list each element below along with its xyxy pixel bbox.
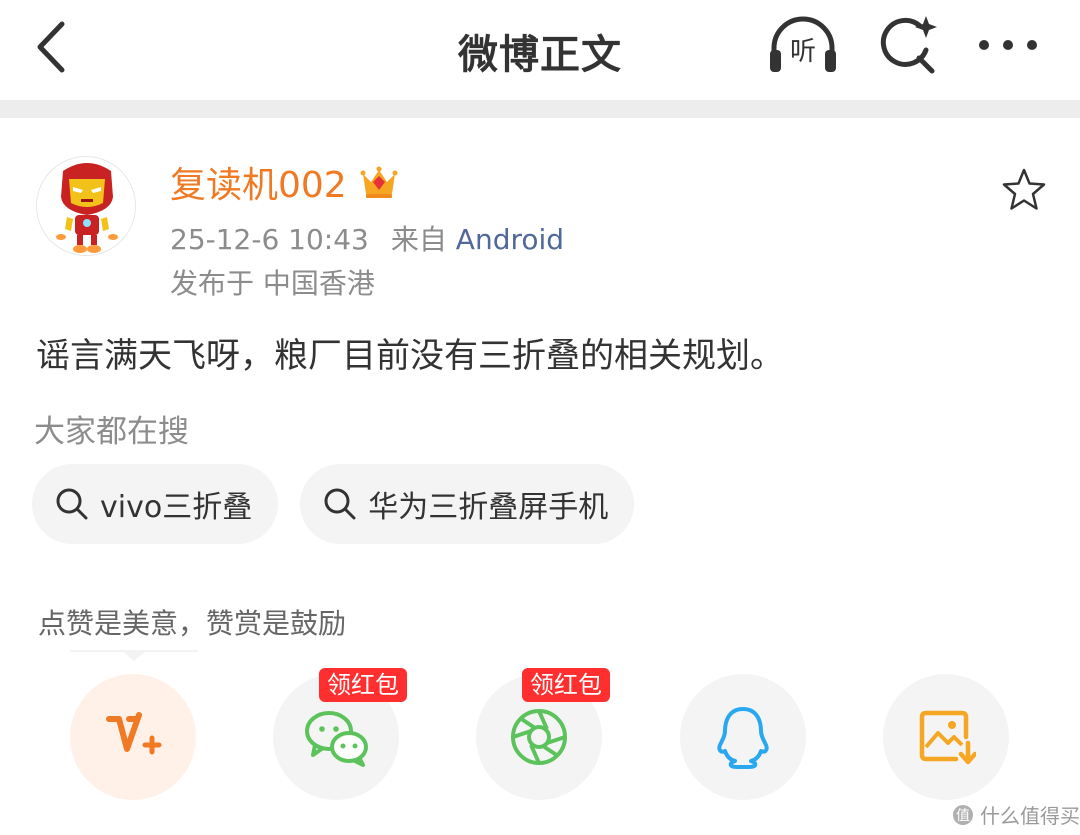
listen-label: 听 [790,37,816,67]
watermark: 值 什么值得买 [952,800,1080,829]
post-source[interactable]: Android [456,223,564,256]
listen-button[interactable]: 听 [766,14,840,78]
save-image-button[interactable] [883,674,1009,800]
share-moments-button[interactable]: 领红包 [476,668,610,800]
section-divider [0,100,1080,118]
watermark-text: 什么值得买 [980,804,1080,828]
star-icon [1002,168,1046,210]
red-packet-badge: 领红包 [319,668,407,702]
reward-button[interactable] [70,674,196,800]
more-button[interactable] [976,20,1040,70]
search-icon [324,488,356,520]
post-meta: 25-12-6 10:43 来自 Android [170,218,564,258]
trending-search-chips: vivo三折叠 华为三折叠屏手机 [32,464,635,544]
search-chip[interactable]: vivo三折叠 [32,464,279,544]
search-button[interactable] [876,14,940,78]
share-qq-button[interactable] [680,674,806,800]
search-icon [56,488,88,520]
search-chip-label: vivo三折叠 [100,490,253,525]
qq-penguin-icon [717,707,769,769]
red-packet-badge: 领红包 [522,668,610,702]
username-row: 复读机002 [170,156,399,208]
avatar[interactable] [36,156,136,256]
post-timestamp: 25-12-6 10:43 [170,223,369,256]
reward-hint: 点赞是美意，赞赏是鼓励 [38,607,347,640]
wechat-icon [305,711,368,767]
v-plus-reward-icon [106,712,162,755]
watermark-logo-icon: 值 [953,804,973,825]
share-wechat-button[interactable]: 领红包 [273,668,407,800]
trending-search-title: 大家都在搜 [34,414,189,450]
more-dots-icon [979,40,1037,50]
search-sparkle-icon [880,16,937,74]
favorite-button[interactable] [1000,166,1048,214]
svg-text:值: 值 [956,808,970,824]
moments-aperture-icon [511,709,567,765]
source-prefix: 来自 [390,223,447,256]
post-content: 谣言满天飞呀，粮厂目前没有三折叠的相关规划。 [36,336,784,376]
save-image-icon [919,710,976,765]
search-chip-label: 华为三折叠屏手机 [368,490,609,525]
tooltip-caret [70,650,198,661]
search-chip[interactable]: 华为三折叠屏手机 [300,464,635,544]
headphones-icon: 听 [770,16,836,72]
post-location: 发布于 中国香港 [170,267,375,300]
username[interactable]: 复读机002 [170,156,347,208]
iron-man-avatar-icon [37,157,135,255]
vip-crown-icon [360,166,398,198]
top-bar: 微博正文 听 [0,0,1080,100]
